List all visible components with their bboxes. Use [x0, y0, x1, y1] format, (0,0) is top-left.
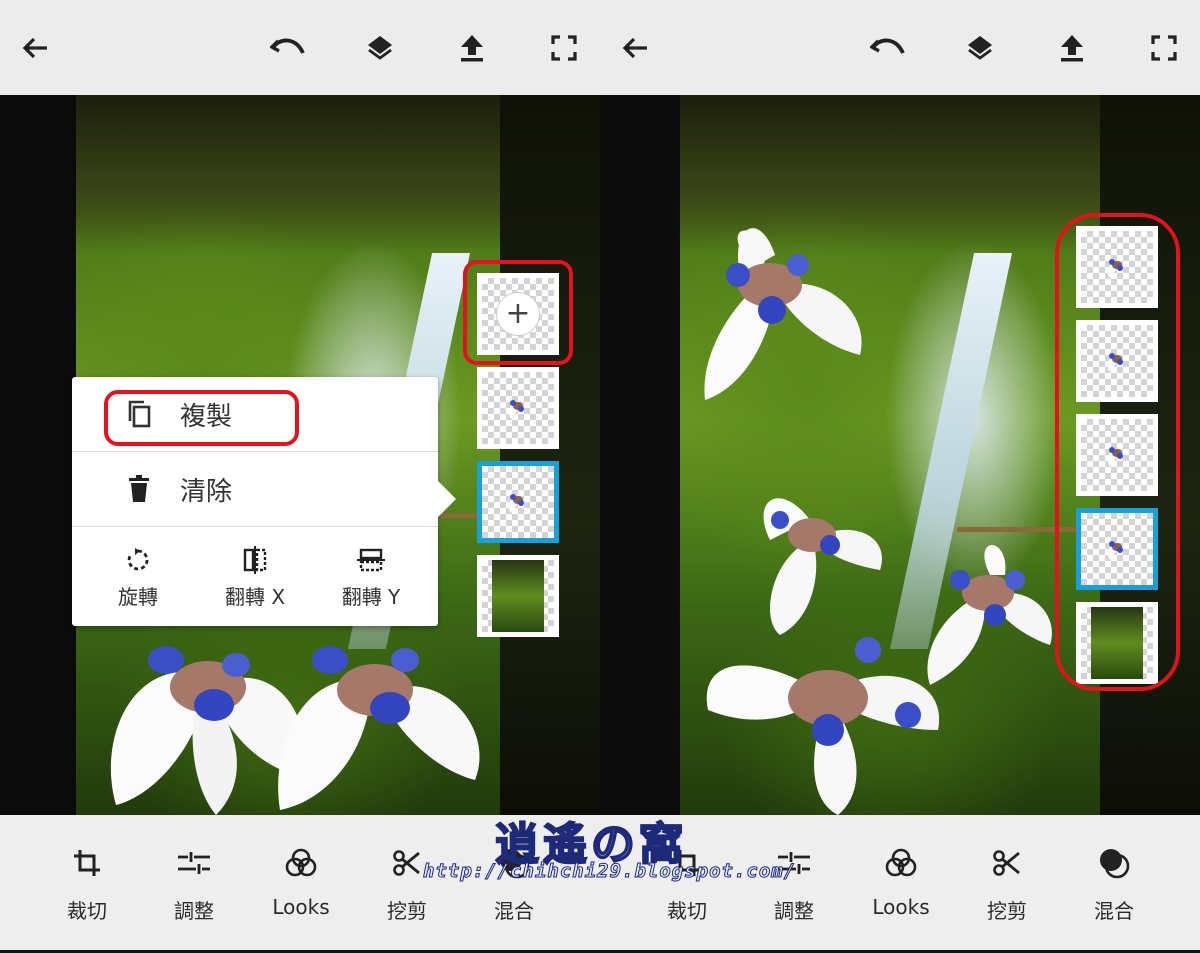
blend-label: 混合 — [1094, 899, 1134, 923]
blend-tool[interactable]: 混合 — [1069, 843, 1159, 924]
looks-tool[interactable]: Looks — [856, 843, 946, 919]
cutout-tool[interactable]: 挖剪 — [962, 843, 1052, 924]
flower-thumbnail-icon — [509, 400, 524, 419]
cutout-label: 挖剪 — [987, 899, 1027, 923]
clear-menu-item[interactable]: 清除 — [72, 452, 438, 526]
photo-canvas[interactable] — [600, 95, 1200, 815]
add-layer-highlight — [463, 260, 573, 365]
layers-icon[interactable] — [360, 28, 400, 68]
blend-label: 混合 — [494, 899, 534, 923]
flip-x-icon — [200, 543, 310, 577]
flower-image[interactable] — [698, 620, 948, 815]
layers-icon[interactable] — [960, 28, 1000, 68]
trash-icon — [124, 474, 154, 504]
upload-icon[interactable] — [452, 28, 492, 68]
flip-y-label: 翻轉 Y — [341, 585, 401, 609]
flip-y-action[interactable]: 翻轉 Y — [316, 543, 426, 613]
flip-x-action[interactable]: 翻轉 X — [200, 543, 310, 613]
undo-icon[interactable] — [868, 28, 908, 68]
adjust-label: 調整 — [774, 899, 814, 923]
bottom-toolbar: 裁切 調整 Looks 挖剪 混合 — [0, 815, 600, 950]
crop-label: 裁切 — [667, 899, 707, 923]
blend-icon — [1069, 843, 1159, 883]
rotate-action[interactable]: 旋轉 — [83, 543, 193, 613]
adjust-tool[interactable]: 調整 — [149, 843, 239, 924]
layer-thumbnail-selected[interactable] — [477, 461, 559, 543]
crop-tool[interactable]: 裁切 — [42, 843, 132, 924]
crop-tool[interactable]: 裁切 — [642, 843, 732, 924]
looks-label: Looks — [872, 895, 930, 919]
scissors-icon — [362, 843, 452, 883]
flower-thumbnail-icon — [509, 494, 524, 513]
flower-image[interactable] — [750, 480, 890, 640]
looks-icon — [256, 843, 346, 883]
rotate-label: 旋轉 — [118, 585, 158, 609]
cutout-label: 挖剪 — [387, 899, 427, 923]
scissors-icon — [962, 843, 1052, 883]
right-editor-screen: 裁切 調整 Looks 挖剪 混合 — [600, 0, 1200, 953]
adjust-icon — [149, 843, 239, 883]
adjust-icon — [749, 843, 839, 883]
looks-icon — [856, 843, 946, 883]
looks-label: Looks — [272, 895, 330, 919]
top-toolbar — [600, 0, 1200, 95]
layer-thumbnail[interactable] — [477, 367, 559, 449]
fullscreen-icon[interactable] — [544, 28, 584, 68]
adjust-label: 調整 — [174, 899, 214, 923]
left-editor-screen: + 複製 清除 旋轉 翻轉 X 翻轉 Y 裁切 調整 Looks 挖剪 混合 — [0, 0, 600, 953]
back-arrow-icon[interactable] — [15, 28, 55, 68]
flower-image[interactable] — [270, 620, 490, 815]
looks-tool[interactable]: Looks — [256, 843, 346, 919]
back-arrow-icon[interactable] — [615, 28, 655, 68]
blend-tool[interactable]: 混合 — [469, 843, 559, 924]
rotate-icon — [83, 543, 193, 577]
crop-icon — [42, 843, 132, 883]
blend-icon — [469, 843, 559, 883]
layers-highlight — [1055, 213, 1180, 691]
crop-icon — [642, 843, 732, 883]
adjust-tool[interactable]: 調整 — [749, 843, 839, 924]
fullscreen-icon[interactable] — [1144, 28, 1184, 68]
clear-label: 清除 — [180, 476, 233, 507]
flip-x-label: 翻轉 X — [224, 585, 286, 609]
upload-icon[interactable] — [1052, 28, 1092, 68]
top-toolbar — [0, 0, 600, 95]
undo-icon[interactable] — [268, 28, 308, 68]
flip-y-icon — [316, 543, 426, 577]
menu-pointer — [438, 481, 456, 517]
copy-highlight — [104, 390, 299, 446]
flower-image[interactable] — [700, 215, 870, 405]
photo-canvas[interactable]: + 複製 清除 旋轉 翻轉 X 翻轉 Y — [0, 95, 600, 815]
bottom-toolbar: 裁切 調整 Looks 挖剪 混合 — [600, 815, 1200, 950]
background-layer-thumbnail[interactable] — [477, 555, 559, 637]
cutout-tool[interactable]: 挖剪 — [362, 843, 452, 924]
crop-label: 裁切 — [67, 899, 107, 923]
